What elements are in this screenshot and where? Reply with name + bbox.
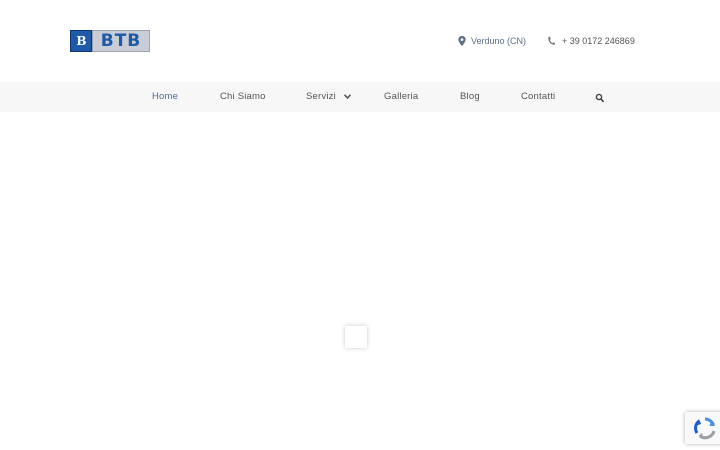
contact-location[interactable]: Verduno (CN) [458, 33, 526, 49]
nav-item-galleria[interactable]: Galleria [384, 82, 418, 112]
chevron-down-icon [343, 94, 351, 99]
nav-item-servizi[interactable]: Servizi [306, 82, 351, 112]
recaptcha-badge[interactable] [685, 412, 720, 444]
phone-icon [548, 36, 555, 45]
search-button[interactable] [595, 91, 605, 103]
recaptcha-icon [694, 417, 716, 440]
site-logo[interactable]: B BTB [70, 30, 150, 52]
nav-label-galleria: Galleria [384, 91, 419, 102]
contact-phone[interactable]: + 39 0172 246869 [547, 33, 635, 49]
logo-text: BTB [92, 30, 150, 52]
main-content [0, 112, 720, 450]
logo-mark: B [70, 30, 92, 52]
search-icon [595, 93, 604, 103]
main-navigation: Home Chi Siamo Servizi Galleria Blog Con… [0, 82, 720, 112]
phone-text: + 39 0172 246869 [562, 36, 635, 46]
nav-label-chi-siamo: Chi Siamo [220, 91, 266, 102]
map-marker-icon [458, 36, 466, 46]
nav-item-home[interactable]: Home [152, 82, 178, 112]
site-header: B BTB Verduno (CN) + 39 0172 246869 [0, 0, 720, 82]
nav-label-home: Home [152, 91, 179, 102]
nav-label-blog: Blog [460, 91, 480, 102]
nav-label-servizi: Servizi [306, 91, 336, 102]
nav-label-contatti: Contatti [521, 91, 556, 102]
nav-item-blog[interactable]: Blog [460, 82, 480, 112]
location-text: Verduno (CN) [471, 36, 527, 46]
page-loader [345, 326, 367, 348]
nav-item-contatti[interactable]: Contatti [521, 82, 555, 112]
nav-item-chi-siamo[interactable]: Chi Siamo [220, 82, 266, 112]
